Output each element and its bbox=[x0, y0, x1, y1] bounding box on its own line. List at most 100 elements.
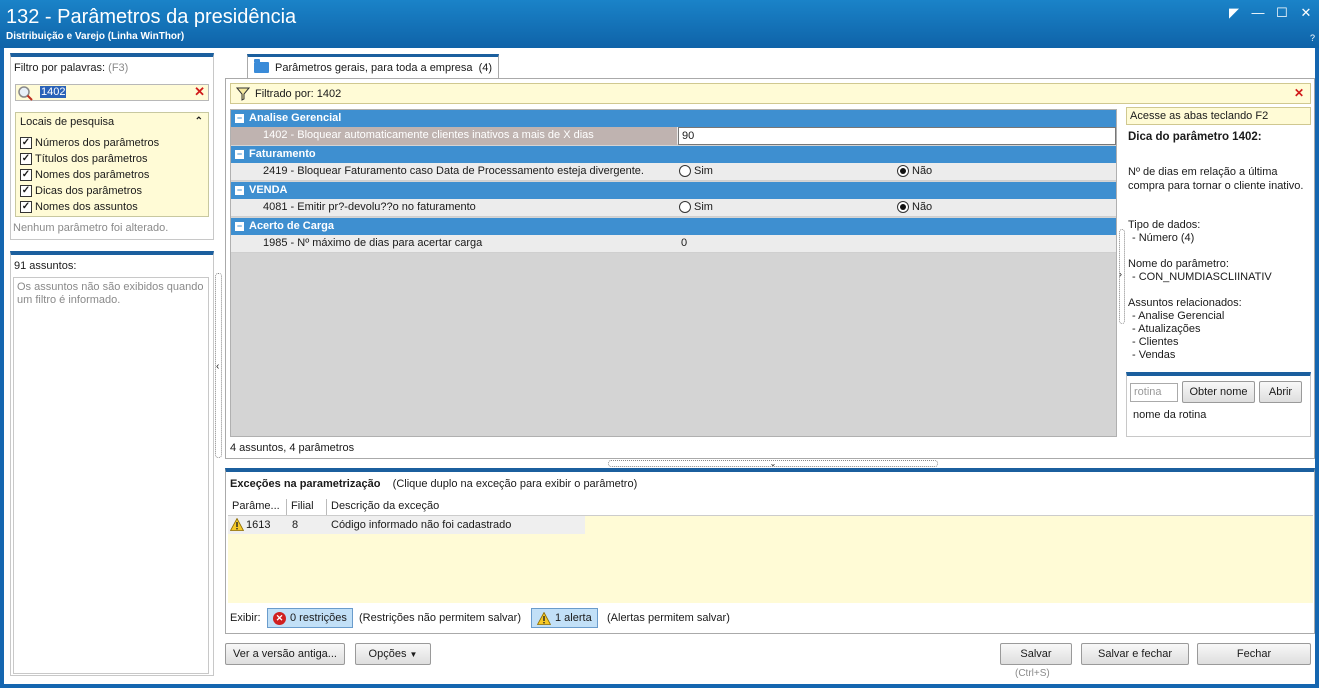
alerts-note: (Alertas permitem salvar) bbox=[607, 612, 730, 624]
options-button[interactable]: Opções ▼ bbox=[355, 643, 431, 665]
group-header[interactable]: − Analise Gerencial bbox=[231, 110, 1116, 127]
related-subject: - Vendas bbox=[1132, 349, 1176, 361]
close-button[interactable]: Fechar bbox=[1197, 643, 1311, 665]
checkbox-checked-icon[interactable]: ✓ bbox=[20, 152, 32, 165]
filter-panel: Filtro por palavras: (F3) 1402 ✕ Locais … bbox=[10, 53, 214, 240]
radio-yes[interactable]: Sim bbox=[679, 201, 713, 213]
tabs-hint: Acesse as abas teclando F2 bbox=[1126, 107, 1311, 125]
dropdown-arrow-icon: ▼ bbox=[409, 650, 418, 659]
checkbox-checked-icon[interactable]: ✓ bbox=[20, 168, 32, 181]
param-label: 1402 - Bloquear automaticamente clientes… bbox=[231, 127, 677, 145]
option-param-numbers[interactable]: ✓ Números dos parâmetros bbox=[20, 135, 159, 150]
help-mark[interactable]: ? bbox=[1310, 33, 1315, 43]
group-header[interactable]: − Acerto de Carga bbox=[231, 218, 1116, 235]
exceptions-panel: Exceções na parametrização (Clique duplo… bbox=[225, 468, 1315, 634]
collapse-icon[interactable]: − bbox=[235, 222, 244, 231]
folder-icon bbox=[254, 59, 269, 73]
exception-param: 1613 bbox=[246, 519, 271, 531]
radio-no[interactable]: Não bbox=[897, 201, 932, 213]
param-row[interactable]: 1985 - Nº máximo de dias para acertar ca… bbox=[231, 235, 1116, 253]
option-subject-names[interactable]: ✓ Nomes dos assuntos bbox=[20, 199, 138, 214]
radio-icon[interactable] bbox=[679, 201, 691, 213]
title-bar: 132 - Parâmetros da presidência Distribu… bbox=[0, 0, 1319, 48]
warning-icon bbox=[537, 611, 551, 625]
old-version-button[interactable]: Ver a versão antiga... bbox=[225, 643, 345, 665]
chevron-right-icon[interactable]: › bbox=[1119, 269, 1122, 279]
chevron-down-icon[interactable]: ⌄ bbox=[770, 459, 777, 468]
params-frame: Filtrado por: 1402 ✕ − Analise Gerencial… bbox=[225, 78, 1315, 459]
related-subject: - Analise Gerencial bbox=[1132, 310, 1225, 322]
param-row[interactable]: 2419 - Bloquear Faturamento caso Data de… bbox=[231, 163, 1116, 181]
client-area: Filtro por palavras: (F3) 1402 ✕ Locais … bbox=[4, 48, 1315, 684]
exceptions-header: Parâme... Filial Descrição da exceção bbox=[228, 499, 585, 515]
grid-footer: 4 assuntos, 4 parâmetros bbox=[230, 442, 355, 454]
filter-bar-text: Filtrado por: 1402 bbox=[255, 88, 342, 100]
param-row[interactable]: 4081 - Emitir pr?-devolu??o no faturamen… bbox=[231, 199, 1116, 217]
search-locations-title: Locais de pesquisa bbox=[20, 116, 115, 128]
rotina-panel: rotina Obter nome Abrir nome da rotina bbox=[1126, 372, 1311, 437]
col-filial[interactable]: Filial bbox=[287, 499, 327, 515]
horizontal-splitter[interactable]: ⌄ bbox=[608, 459, 938, 468]
data-type-label: Tipo de dados: bbox=[1128, 219, 1201, 231]
clear-filter-icon[interactable]: ✕ bbox=[194, 84, 205, 100]
warning-icon bbox=[230, 518, 244, 531]
save-shortcut: (Ctrl+S) bbox=[1015, 668, 1050, 679]
param-label: 1985 - Nº máximo de dias para acertar ca… bbox=[263, 237, 483, 249]
subjects-list[interactable]: Os assuntos não são exibidos quando um f… bbox=[13, 277, 209, 674]
group-header[interactable]: − VENDA bbox=[231, 182, 1116, 199]
tab-label: Parâmetros gerais, para toda a empresa (… bbox=[275, 61, 493, 74]
save-close-button[interactable]: Salvar e fechar bbox=[1081, 643, 1189, 665]
search-locations: Locais de pesquisa ⌃ ✓ Números dos parâm… bbox=[15, 112, 209, 217]
minimize-icon[interactable]: — bbox=[1251, 6, 1265, 20]
alerts-toggle[interactable]: 1 alerta bbox=[531, 608, 598, 628]
error-icon: ✕ bbox=[273, 611, 286, 625]
restrictions-toggle[interactable]: ✕ 0 restrições bbox=[267, 608, 353, 628]
checkbox-checked-icon[interactable]: ✓ bbox=[20, 184, 32, 197]
checkbox-checked-icon[interactable]: ✓ bbox=[20, 200, 32, 213]
exception-description: Código informado não foi cadastrado bbox=[331, 519, 512, 531]
option-param-titles[interactable]: ✓ Títulos dos parâmetros bbox=[20, 151, 148, 166]
collapse-icon[interactable]: − bbox=[235, 150, 244, 159]
tip-title: Dica do parâmetro 1402: bbox=[1128, 131, 1262, 143]
radio-selected-icon[interactable] bbox=[897, 201, 909, 213]
tab-general-params[interactable]: Parâmetros gerais, para toda a empresa (… bbox=[247, 54, 499, 78]
related-label: Assuntos relacionados: bbox=[1128, 297, 1242, 309]
checkbox-checked-icon[interactable]: ✓ bbox=[20, 136, 32, 149]
filter-input[interactable]: 1402 ✕ bbox=[15, 84, 209, 101]
param-name-value: - CON_NUMDIASCLIINATIV bbox=[1132, 271, 1272, 283]
radio-no[interactable]: Não bbox=[897, 165, 932, 177]
radio-yes[interactable]: Sim bbox=[679, 165, 713, 177]
group-header[interactable]: − Faturamento bbox=[231, 146, 1116, 163]
option-param-names[interactable]: ✓ Nomes dos parâmetros bbox=[20, 167, 149, 182]
related-subject: - Atualizações bbox=[1132, 323, 1201, 335]
param-value-input[interactable]: 0 bbox=[678, 235, 1116, 253]
exceptions-title: Exceções na parametrização (Clique duplo… bbox=[230, 478, 638, 490]
restrictions-note: (Restrições não permitem salvar) bbox=[359, 612, 521, 624]
param-value-input[interactable]: 90 bbox=[678, 127, 1116, 145]
option-param-tips[interactable]: ✓ Dicas dos parâmetros bbox=[20, 183, 142, 198]
close-icon[interactable]: ✕ bbox=[1299, 6, 1313, 20]
filter-value: 1402 bbox=[40, 86, 67, 98]
tip-desc-line: compra para tornar o cliente inativo. bbox=[1128, 180, 1304, 192]
abrir-button[interactable]: Abrir bbox=[1259, 381, 1302, 403]
param-label: 2419 - Bloquear Faturamento caso Data de… bbox=[263, 165, 644, 177]
rotina-input[interactable]: rotina bbox=[1130, 383, 1178, 402]
show-label: Exibir: bbox=[230, 612, 261, 624]
col-param[interactable]: Parâme... bbox=[228, 499, 287, 515]
obter-nome-button[interactable]: Obter nome bbox=[1182, 381, 1255, 403]
collapse-up-icon[interactable]: ⌃ bbox=[195, 116, 203, 127]
restore-alt-icon[interactable]: ◤ bbox=[1227, 6, 1241, 20]
table-row[interactable]: 1613 8 Código informado não foi cadastra… bbox=[228, 516, 585, 534]
collapse-icon[interactable]: − bbox=[235, 114, 244, 123]
save-button[interactable]: Salvar bbox=[1000, 643, 1072, 665]
maximize-icon[interactable]: ☐ bbox=[1275, 6, 1289, 20]
param-name-label: Nome do parâmetro: bbox=[1128, 258, 1229, 270]
collapse-icon[interactable]: − bbox=[235, 186, 244, 195]
param-row[interactable]: 1402 - Bloquear automaticamente clientes… bbox=[231, 127, 1116, 145]
close-filter-icon[interactable]: ✕ bbox=[1294, 86, 1304, 100]
col-description[interactable]: Descrição da exceção bbox=[327, 499, 585, 515]
radio-selected-icon[interactable] bbox=[897, 165, 909, 177]
chevron-left-icon[interactable]: ‹ bbox=[216, 361, 219, 372]
radio-icon[interactable] bbox=[679, 165, 691, 177]
magnifier-icon bbox=[18, 86, 33, 101]
